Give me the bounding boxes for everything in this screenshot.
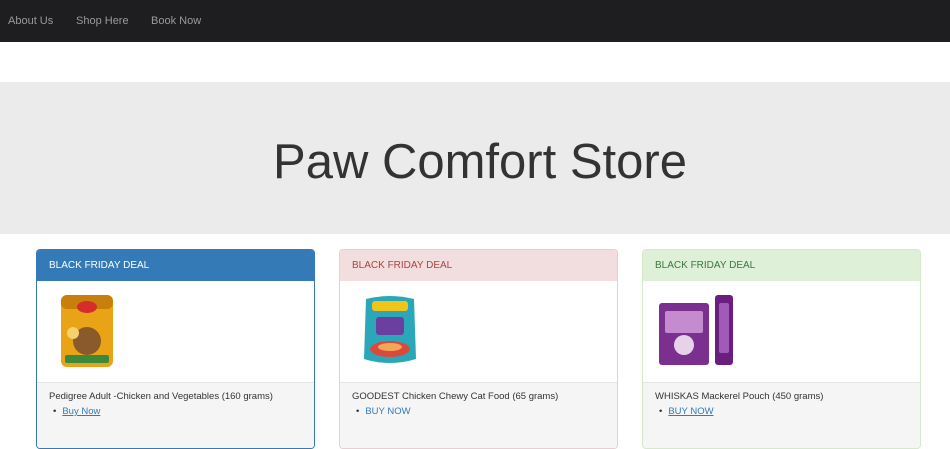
product-card-whiskas: BLACK FRIDAY DEAL WHISKAS Mackerel Pouch… (642, 249, 921, 449)
nav-link-about-us[interactable]: About Us (8, 15, 53, 27)
product-name: Pedigree Adult -Chicken and Vegetables (… (49, 391, 273, 402)
product-image-area (37, 281, 314, 382)
dog-food-bag-image (61, 295, 113, 367)
product-info: GOODEST Chicken Chewy Cat Food (65 grams… (340, 382, 617, 448)
product-info: WHISKAS Mackerel Pouch (450 grams) • BUY … (643, 382, 920, 448)
product-name: GOODEST Chicken Chewy Cat Food (65 grams… (352, 391, 559, 402)
buy-now-link[interactable]: BUY NOW (365, 406, 410, 417)
product-card-pedigree: BLACK FRIDAY DEAL Pedigree Adult -Chicke… (36, 249, 315, 449)
hero-jumbotron: Paw Comfort Store (0, 82, 950, 234)
product-image-area (643, 281, 920, 382)
cat-food-box-image (659, 295, 733, 365)
page-title: Paw Comfort Store (273, 135, 687, 189)
deal-badge: BLACK FRIDAY DEAL (340, 250, 617, 281)
nav-link-shop-here[interactable]: Shop Here (76, 15, 129, 27)
product-image-area (340, 281, 617, 382)
product-name: WHISKAS Mackerel Pouch (450 grams) (655, 391, 824, 402)
buy-now-link[interactable]: BUY NOW (668, 406, 713, 417)
deal-badge: BLACK FRIDAY DEAL (643, 250, 920, 281)
top-navbar: About Us Shop Here Book Now (0, 0, 950, 42)
product-info: Pedigree Adult -Chicken and Vegetables (… (37, 382, 314, 448)
buy-now-link[interactable]: Buy Now (62, 406, 100, 417)
product-card-goodest: BLACK FRIDAY DEAL GOODEST Chicken Chewy … (339, 249, 618, 449)
deal-badge: BLACK FRIDAY DEAL (37, 250, 314, 281)
nav-link-book-now[interactable]: Book Now (151, 15, 201, 27)
cat-food-pouch-image (364, 296, 416, 363)
